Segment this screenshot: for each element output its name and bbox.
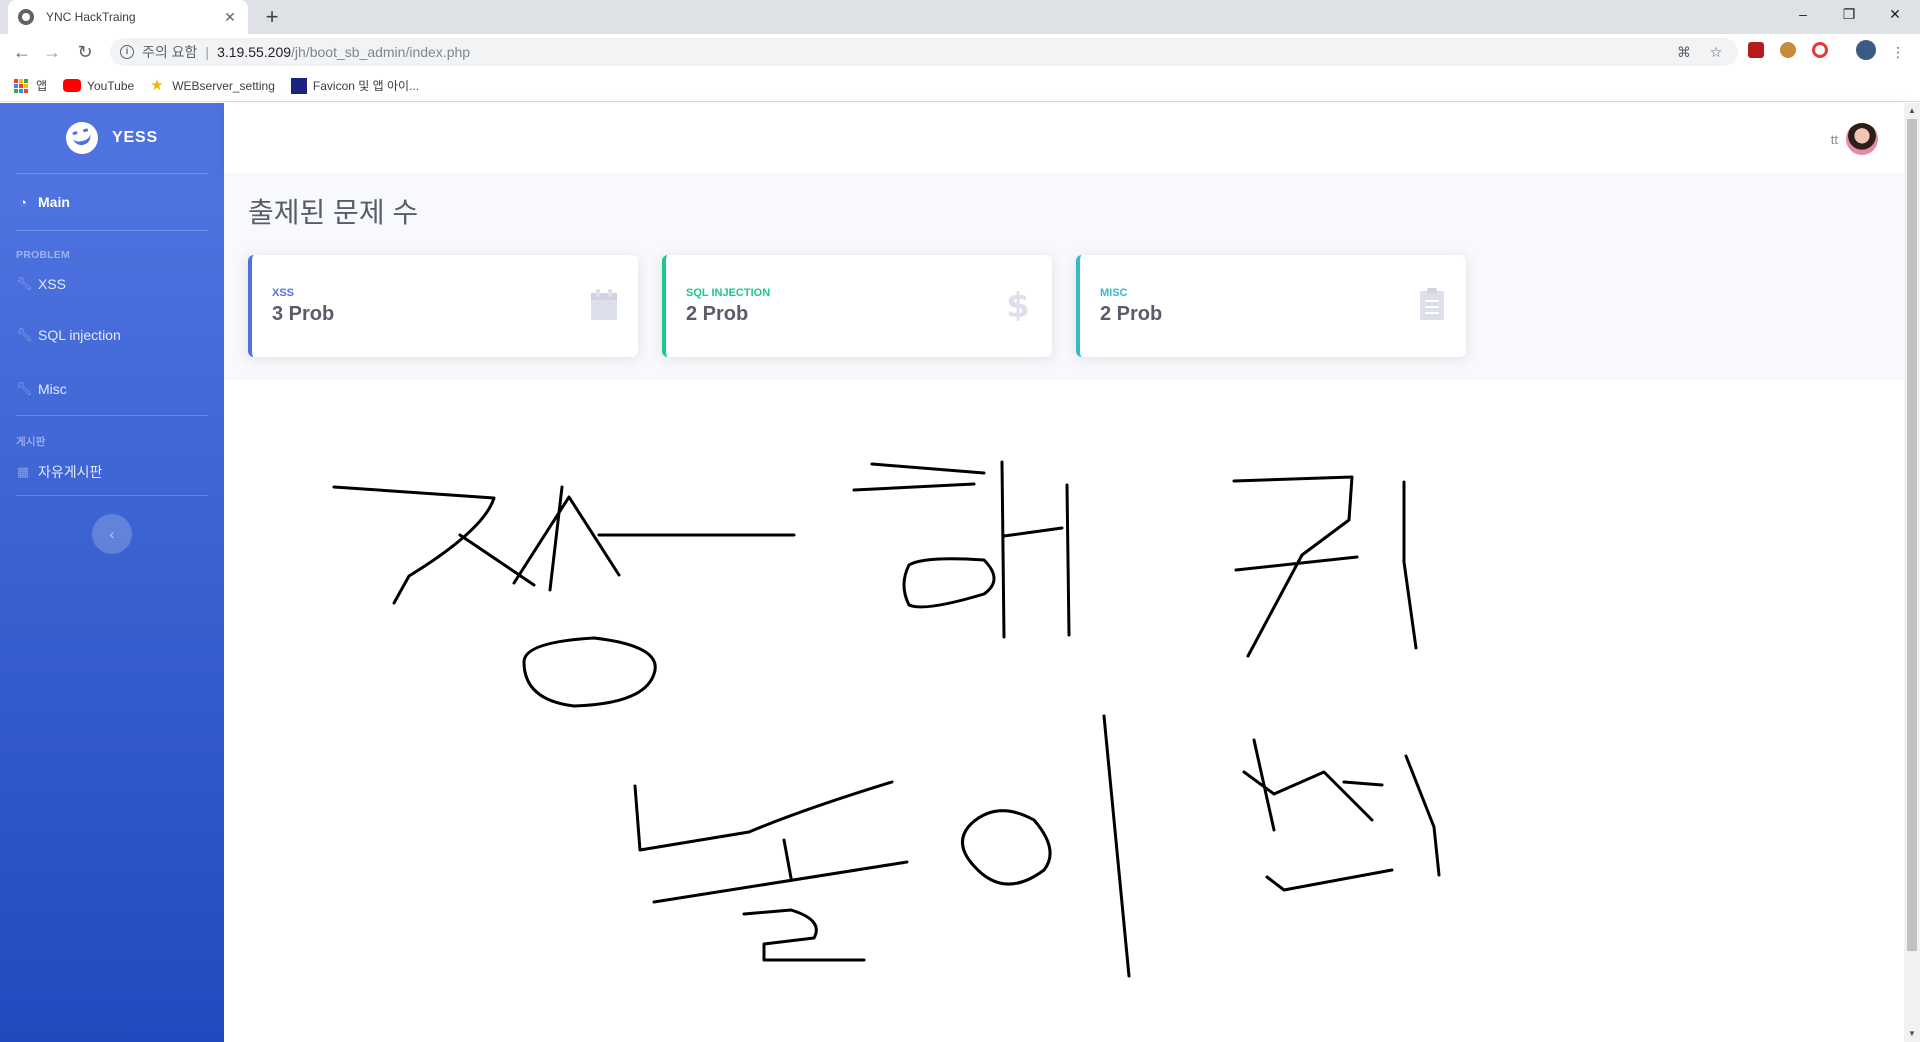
- card-label: MISC: [1100, 287, 1128, 299]
- browser-toolbar: ← → ↻ i 주의 요함 | 3.19.55.209 /jh/boot_sb_…: [0, 34, 1920, 70]
- sidebar-toggle-button[interactable]: ‹: [92, 514, 132, 554]
- sidebar-item-label: XSS: [38, 276, 67, 292]
- username: tt: [1830, 131, 1838, 147]
- tab-title: YNC HackTraing: [46, 10, 136, 24]
- bookmark-label: YouTube: [87, 78, 135, 93]
- page-title: 출제된 문제 수: [248, 197, 419, 228]
- card-value: 2 Prob: [686, 303, 749, 325]
- wrench-icon: 🔧︎: [16, 381, 33, 396]
- sidebar-item-xss[interactable]: 🔧︎ XSS: [0, 261, 224, 307]
- scrollbar-thumb[interactable]: [1907, 119, 1917, 951]
- pdf-extension-icon[interactable]: [1748, 42, 1764, 58]
- info-icon[interactable]: i: [120, 45, 134, 59]
- laugh-wink-icon: [62, 118, 102, 158]
- url-path: /jh/boot_sb_admin/index.php: [291, 44, 471, 60]
- page-scrollbar[interactable]: ▲ ▼: [1904, 103, 1920, 1042]
- dollar-icon: $: [1006, 287, 1030, 321]
- topbar: tt: [224, 103, 1904, 173]
- bookmark-star-icon[interactable]: ☆: [1708, 44, 1724, 61]
- url-host: 3.19.55.209: [217, 44, 292, 60]
- sidebar-heading-problem: PROBLEM: [16, 249, 70, 261]
- bookmarks-bar: 앱 YouTube ★ WEBserver_setting Favicon 및 …: [0, 70, 1920, 102]
- star-icon: ★: [150, 76, 164, 94]
- brand-text: YESS: [112, 129, 158, 146]
- bookmark-label: 앱: [36, 79, 48, 93]
- menu-dots-icon[interactable]: ⋮: [1890, 44, 1906, 61]
- url-separator: |: [205, 44, 210, 60]
- sidebar-divider: [16, 495, 208, 496]
- svg-text:$: $: [1006, 287, 1030, 321]
- bookmark-favicon[interactable]: Favicon 및 앱 아이...: [290, 77, 420, 94]
- bookmark-apps[interactable]: 앱: [14, 77, 47, 94]
- browser-tab[interactable]: YNC HackTraing ✕: [8, 0, 248, 34]
- bookmark-label: Favicon 및 앱 아이...: [312, 79, 420, 93]
- apps-grid-icon: [14, 78, 28, 93]
- card-xss: XSS 3 Prob: [248, 255, 638, 357]
- tachometer-icon: ◔: [19, 194, 27, 210]
- sidebar-item-main[interactable]: ◔ Main: [0, 174, 224, 230]
- forward-button[interactable]: →: [40, 40, 64, 64]
- scroll-down-arrow-icon[interactable]: ▼: [1904, 1026, 1920, 1042]
- scroll-up-arrow-icon[interactable]: ▲: [1904, 103, 1920, 119]
- card-value: 3 Prob: [272, 303, 335, 325]
- card-value: 2 Prob: [1100, 303, 1163, 325]
- main-content: 출제된 문제 수 XSS 3 Prob SQL INJECTION 2 Prob…: [224, 173, 1904, 380]
- profile-avatar-icon[interactable]: [1856, 40, 1876, 60]
- avatar: [1846, 123, 1878, 155]
- calendar-icon: [591, 289, 617, 320]
- address-bar[interactable]: i 주의 요함 | 3.19.55.209 /jh/boot_sb_admin/…: [110, 38, 1738, 66]
- sidebar-item-sql-injection[interactable]: 🔧︎ SQL injection: [0, 307, 224, 363]
- youtube-icon: [63, 79, 82, 92]
- bookmark-label: WEBserver_setting: [172, 78, 275, 93]
- bookmark-youtube[interactable]: YouTube: [63, 79, 134, 93]
- sidebar: YESS ◔ Main PROBLEM 🔧︎ XSS 🔧︎ SQL inject…: [0, 103, 224, 1042]
- opera-extension-icon[interactable]: [1812, 42, 1828, 58]
- sidebar-heading-board: 게시판: [16, 436, 46, 448]
- user-dropdown[interactable]: tt: [1831, 123, 1878, 155]
- wrench-icon: 🔧︎: [16, 327, 33, 342]
- back-button[interactable]: ←: [10, 40, 34, 64]
- close-window-button[interactable]: ✕: [1872, 0, 1918, 30]
- sidebar-item-free-board[interactable]: ▦ 자유게시판: [0, 449, 224, 495]
- close-tab-icon[interactable]: ✕: [222, 9, 238, 26]
- sidebar-brand[interactable]: YESS: [0, 103, 224, 173]
- favicon-icon: [290, 77, 307, 94]
- sidebar-item-label: 자유게시판: [38, 464, 103, 480]
- card-sql-injection: SQL INJECTION 2 Prob $: [662, 255, 1052, 357]
- sidebar-item-label: Main: [38, 194, 70, 210]
- card-misc: MISC 2 Prob: [1076, 255, 1466, 357]
- sidebar-item-label: SQL injection: [38, 327, 121, 343]
- restore-button[interactable]: ❐: [1826, 0, 1872, 30]
- browser-tabstrip: YNC HackTraing ✕ + – ❐ ✕: [0, 0, 1920, 34]
- handwriting-drawing: [332, 460, 1441, 978]
- bookmark-webserver[interactable]: ★ WEBserver_setting: [150, 76, 275, 94]
- minimize-button[interactable]: –: [1780, 0, 1826, 30]
- new-tab-button[interactable]: +: [258, 3, 286, 31]
- card-label: SQL INJECTION: [686, 287, 771, 299]
- globe-icon: [18, 9, 34, 25]
- reload-button[interactable]: ↻: [73, 40, 97, 64]
- sidebar-item-label: Misc: [38, 381, 67, 397]
- table-icon: ▦: [16, 464, 30, 479]
- wrench-icon: 🔧︎: [16, 276, 33, 291]
- translate-icon[interactable]: ⌘: [1676, 44, 1692, 61]
- security-warning: 주의 요함: [142, 44, 198, 60]
- sidebar-item-misc[interactable]: 🔧︎ Misc: [0, 363, 224, 415]
- card-label: XSS: [272, 287, 295, 299]
- cookie-extension-icon[interactable]: [1780, 42, 1796, 58]
- clipboard-icon: [1420, 288, 1444, 320]
